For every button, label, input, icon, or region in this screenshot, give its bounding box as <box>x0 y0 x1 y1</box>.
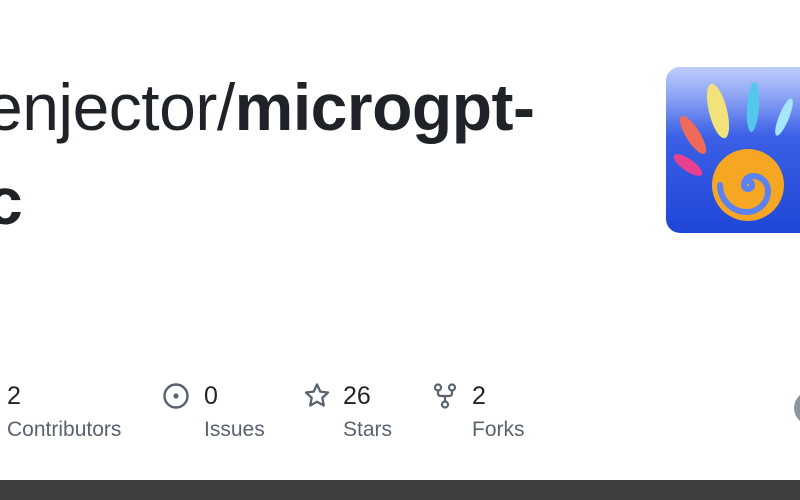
repo-owner: enjector <box>0 70 217 144</box>
repo-forked-icon <box>431 382 459 410</box>
repo-name-continued: c <box>0 164 23 238</box>
issue-opened-icon <box>162 382 190 410</box>
repo-name: microgpt- <box>234 70 535 144</box>
issues-label: Issues <box>204 418 265 441</box>
stars-count: 26 <box>343 382 371 410</box>
social-preview-card: enjector/microgpt-c 2 Contributors 0 Iss… <box>0 0 800 480</box>
stars-label: Stars <box>343 418 393 441</box>
repo-title: enjector/microgpt-c <box>0 60 626 248</box>
contributors-label: Contributors <box>7 418 122 441</box>
owner-avatar-logo <box>666 67 800 233</box>
spiral-hand-logo-icon <box>666 67 800 233</box>
issues-count: 0 <box>204 382 218 410</box>
language-bar <box>0 480 800 500</box>
star-icon <box>303 382 331 410</box>
contributors-count: 2 <box>7 382 21 410</box>
contributor-avatar <box>794 391 800 425</box>
forks-count: 2 <box>472 382 486 410</box>
forks-label: Forks <box>472 418 525 441</box>
repo-separator: / <box>216 70 235 144</box>
